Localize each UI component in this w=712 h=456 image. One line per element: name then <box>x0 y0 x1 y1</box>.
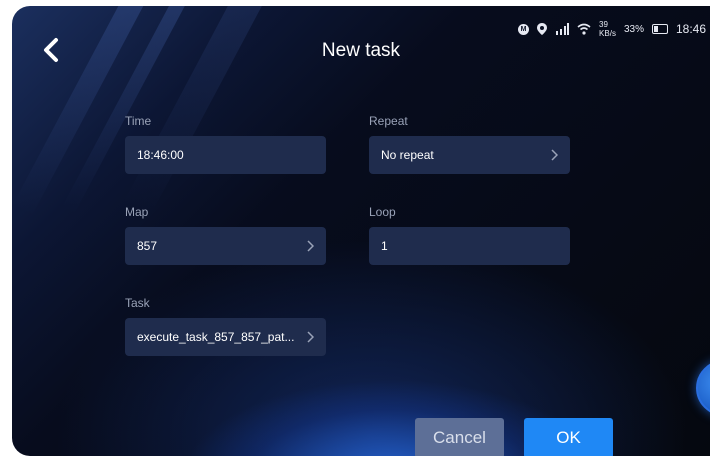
task-label: Task <box>125 296 150 310</box>
floating-action-button[interactable] <box>696 360 710 416</box>
cancel-button[interactable]: Cancel <box>415 418 504 456</box>
loop-input[interactable]: 1 <box>369 227 570 265</box>
location-icon <box>537 23 548 35</box>
battery-percent: 33% <box>623 23 644 35</box>
status-time: 18:46 <box>675 22 706 36</box>
network-speed-unit: KB/s <box>599 29 616 38</box>
signal-icon <box>556 23 570 35</box>
battery-icon <box>651 24 668 34</box>
time-field[interactable]: 18:46:00 <box>125 136 326 174</box>
loop-value: 1 <box>381 239 388 253</box>
network-speed-value: 39 <box>599 20 608 29</box>
status-bar: M 39 KB/s 33% 18:46 <box>518 20 706 38</box>
m-notification-icon: M <box>518 23 530 35</box>
repeat-select[interactable]: No repeat <box>369 136 570 174</box>
chevron-right-icon <box>307 331 314 343</box>
task-select[interactable]: execute_task_857_857_pat... <box>125 318 326 356</box>
map-select[interactable]: 857 <box>125 227 326 265</box>
time-value: 18:46:00 <box>137 148 184 162</box>
wifi-icon <box>577 23 591 35</box>
ok-button[interactable]: OK <box>524 418 613 456</box>
map-value: 857 <box>137 239 158 253</box>
map-label: Map <box>125 205 149 219</box>
loop-label: Loop <box>369 205 396 219</box>
chevron-right-icon <box>551 149 558 161</box>
repeat-value: No repeat <box>381 148 434 162</box>
time-label: Time <box>125 114 152 128</box>
network-speed: 39 KB/s <box>599 20 616 38</box>
battery-fill <box>653 26 658 32</box>
chevron-right-icon <box>307 240 314 252</box>
background-streak <box>122 6 272 218</box>
repeat-label: Repeat <box>369 114 408 128</box>
page-title: New task <box>321 40 401 61</box>
task-value: execute_task_857_857_pat... <box>137 330 295 344</box>
app-screen: New task M 39 KB/s 33% 18:46 Time 18:46:… <box>12 6 710 456</box>
